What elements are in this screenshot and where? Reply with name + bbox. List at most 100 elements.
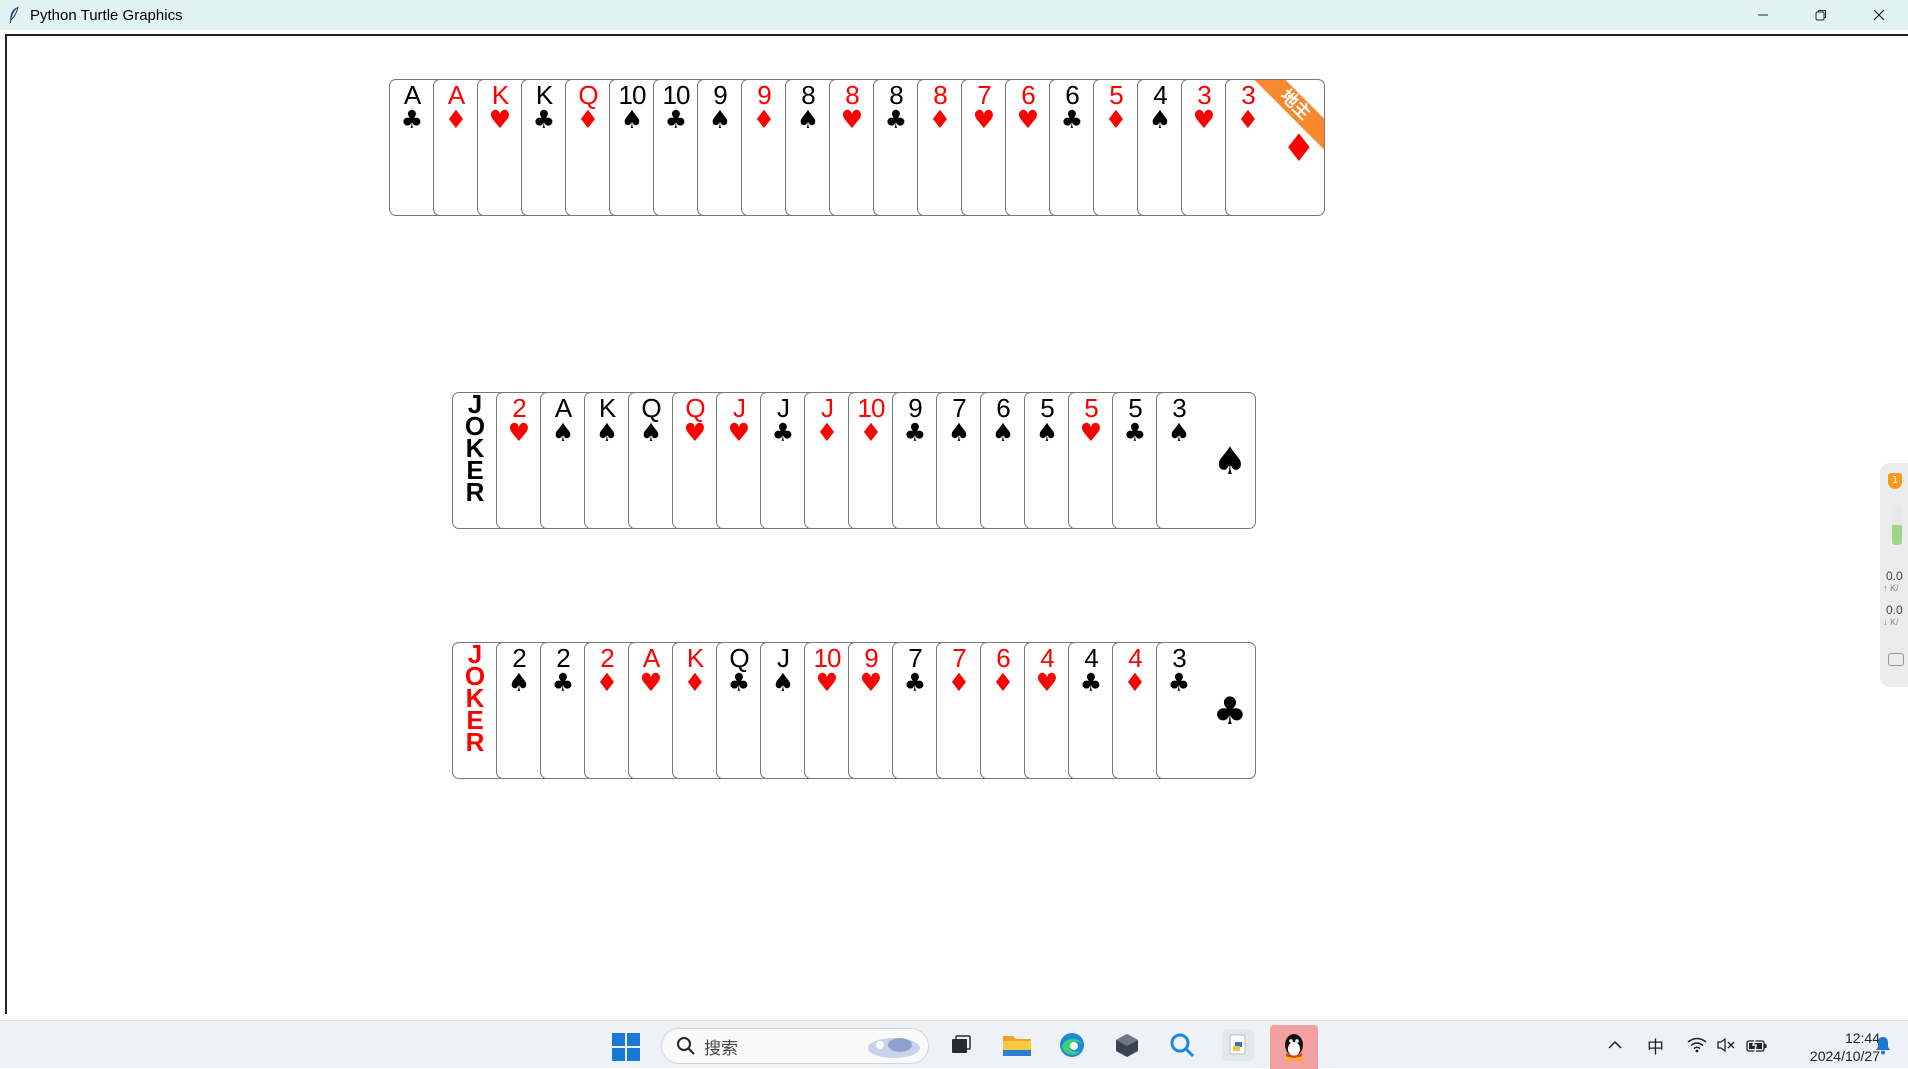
- card-suit-icon: ♥: [1035, 668, 1059, 697]
- chevron-up-icon: [1608, 1040, 1622, 1049]
- cube-app-icon: [1116, 1034, 1138, 1057]
- playing-card[interactable]: 3 ♠ ♠: [1156, 392, 1256, 529]
- taskbar-clock[interactable]: 12:44 2024/10/27: [1786, 1029, 1880, 1065]
- card-suit-icon: ♦: [991, 668, 1015, 697]
- card-suit-icon: ♣: [1123, 418, 1147, 447]
- restore-button[interactable]: [1792, 0, 1850, 30]
- window-title: Python Turtle Graphics: [30, 6, 183, 24]
- card-suit-icon: ♥: [859, 668, 883, 697]
- tray-overflow-button[interactable]: [1608, 1021, 1622, 1069]
- card-suit-icon: ♥: [815, 668, 839, 697]
- card-suit-icon: ♠: [620, 105, 644, 134]
- card-suit-icon: ♣: [903, 418, 927, 447]
- card-suit-icon: ♣: [771, 418, 795, 447]
- card-suit-icon: ♠: [1035, 418, 1059, 447]
- upload-speed: 0.0: [1886, 569, 1903, 583]
- card-suit-icon: ♦: [1104, 105, 1128, 134]
- card-suit-icon: ♣: [551, 668, 575, 697]
- task-view-button[interactable]: [945, 1029, 977, 1061]
- card-suit-icon: ♠: [507, 668, 531, 697]
- playing-card[interactable]: 3 ♣ ♣: [1156, 642, 1256, 779]
- landlord-label: 地主: [1254, 80, 1324, 150]
- landlord-ribbon: 地主: [1254, 80, 1324, 150]
- card-suit-icon: ♥: [972, 105, 996, 134]
- search-highlight-icon: [868, 1038, 920, 1058]
- card-suit-icon: ♦: [444, 105, 468, 134]
- card-suit-icon: ♠: [708, 105, 732, 134]
- card-suit-icon: ♥: [488, 105, 512, 134]
- notification-button[interactable]: [1874, 1021, 1892, 1069]
- python-feather-icon: [6, 6, 22, 24]
- download-unit: ↓ K/: [1883, 617, 1899, 627]
- card-suit-icon: ♣: [1167, 668, 1191, 697]
- joker-label: JOKER: [464, 639, 486, 757]
- download-speed: 0.0: [1886, 603, 1903, 617]
- python-turtle-app-icon: [1229, 1034, 1246, 1055]
- network-speed-widget[interactable]: 1 0.0 ↑ K/ 0.0 ↓ K/: [1880, 463, 1908, 687]
- battery-charging-icon: [1746, 1037, 1767, 1053]
- card-suit-icon: ♥: [1079, 418, 1103, 447]
- edge-browser-button[interactable]: [1056, 1029, 1088, 1061]
- windows-start-button[interactable]: [612, 1033, 640, 1061]
- security-shield-icon: 1: [1888, 473, 1902, 489]
- wifi-icon: [1687, 1037, 1707, 1053]
- close-button[interactable]: [1850, 0, 1908, 30]
- card-suit-icon: ♥: [683, 418, 707, 447]
- file-explorer-button[interactable]: [1001, 1029, 1033, 1061]
- card-suit-icon: ♣: [532, 105, 556, 134]
- magnifier-app-icon: [1170, 1033, 1195, 1058]
- card-suit-icon: ♦: [1123, 668, 1147, 697]
- card-suit-icon: ♠: [1167, 418, 1191, 447]
- card-suit-icon: ♣: [1060, 105, 1084, 134]
- card-suit-icon: ♥: [639, 668, 663, 697]
- card-suit-icon: ♣: [664, 105, 688, 134]
- search-app-button[interactable]: [1166, 1029, 1198, 1061]
- app-cube-button[interactable]: [1111, 1029, 1143, 1061]
- card-suit-icon: ♠: [595, 418, 619, 447]
- card-suit-icon: ♦: [815, 418, 839, 447]
- card-suit-icon: ♣: [400, 105, 424, 134]
- ime-indicator[interactable]: 中: [1647, 1021, 1664, 1069]
- taskbar: 搜索 中 12:44 2024/10/27: [0, 1020, 1908, 1069]
- memory-bar-icon: [1892, 505, 1902, 545]
- card-suit-icon: ♦: [928, 105, 952, 134]
- taskbar-search[interactable]: 搜索: [661, 1028, 929, 1064]
- card-suit-icon: ♠: [991, 418, 1015, 447]
- card-center-suit-icon: ♣: [1212, 689, 1247, 733]
- card-suit-icon: ♦: [576, 105, 600, 134]
- battery-button[interactable]: [1746, 1021, 1768, 1069]
- card-suit-icon: ♥: [1192, 105, 1216, 134]
- card-suit-icon: ♥: [727, 418, 751, 447]
- clock-time: 12:44: [1844, 1030, 1880, 1046]
- volume-muted-icon: [1717, 1037, 1735, 1053]
- camera-icon: [1888, 653, 1904, 666]
- qq-app-button[interactable]: [1270, 1025, 1318, 1069]
- search-placeholder: 搜索: [704, 1038, 738, 1059]
- card-suit-icon: ♥: [840, 105, 864, 134]
- card-suit-icon: ♦: [683, 668, 707, 697]
- card-suit-icon: ♦: [947, 668, 971, 697]
- card-suit-icon: ♣: [1079, 668, 1103, 697]
- card-center-suit-icon: ♠: [1212, 439, 1247, 483]
- wifi-button[interactable]: [1687, 1021, 1707, 1069]
- folder-icon: [1003, 1036, 1031, 1056]
- minimize-icon: [1758, 14, 1768, 16]
- card-suit-icon: ♦: [595, 668, 619, 697]
- card-suit-icon: ♦: [752, 105, 776, 134]
- restore-icon: [1815, 10, 1826, 21]
- card-suit-icon: ♦: [859, 418, 883, 447]
- card-suit-icon: ♠: [796, 105, 820, 134]
- upload-unit: ↑ K/: [1883, 583, 1899, 593]
- minimize-button[interactable]: [1734, 0, 1792, 30]
- task-view-icon: [952, 1035, 971, 1053]
- joker-label: JOKER: [464, 389, 486, 507]
- card-suit-icon: ♠: [771, 668, 795, 697]
- card-suit-icon: ♠: [551, 418, 575, 447]
- window-titlebar: Python Turtle Graphics: [0, 0, 1908, 30]
- playing-card[interactable]: 3 ♦ ♦ 地主: [1225, 79, 1325, 216]
- python-app-button[interactable]: [1222, 1029, 1254, 1061]
- close-icon: [1873, 9, 1885, 21]
- edge-icon: [1060, 1033, 1084, 1057]
- volume-button[interactable]: [1716, 1021, 1736, 1069]
- card-suit-icon: ♥: [507, 418, 531, 447]
